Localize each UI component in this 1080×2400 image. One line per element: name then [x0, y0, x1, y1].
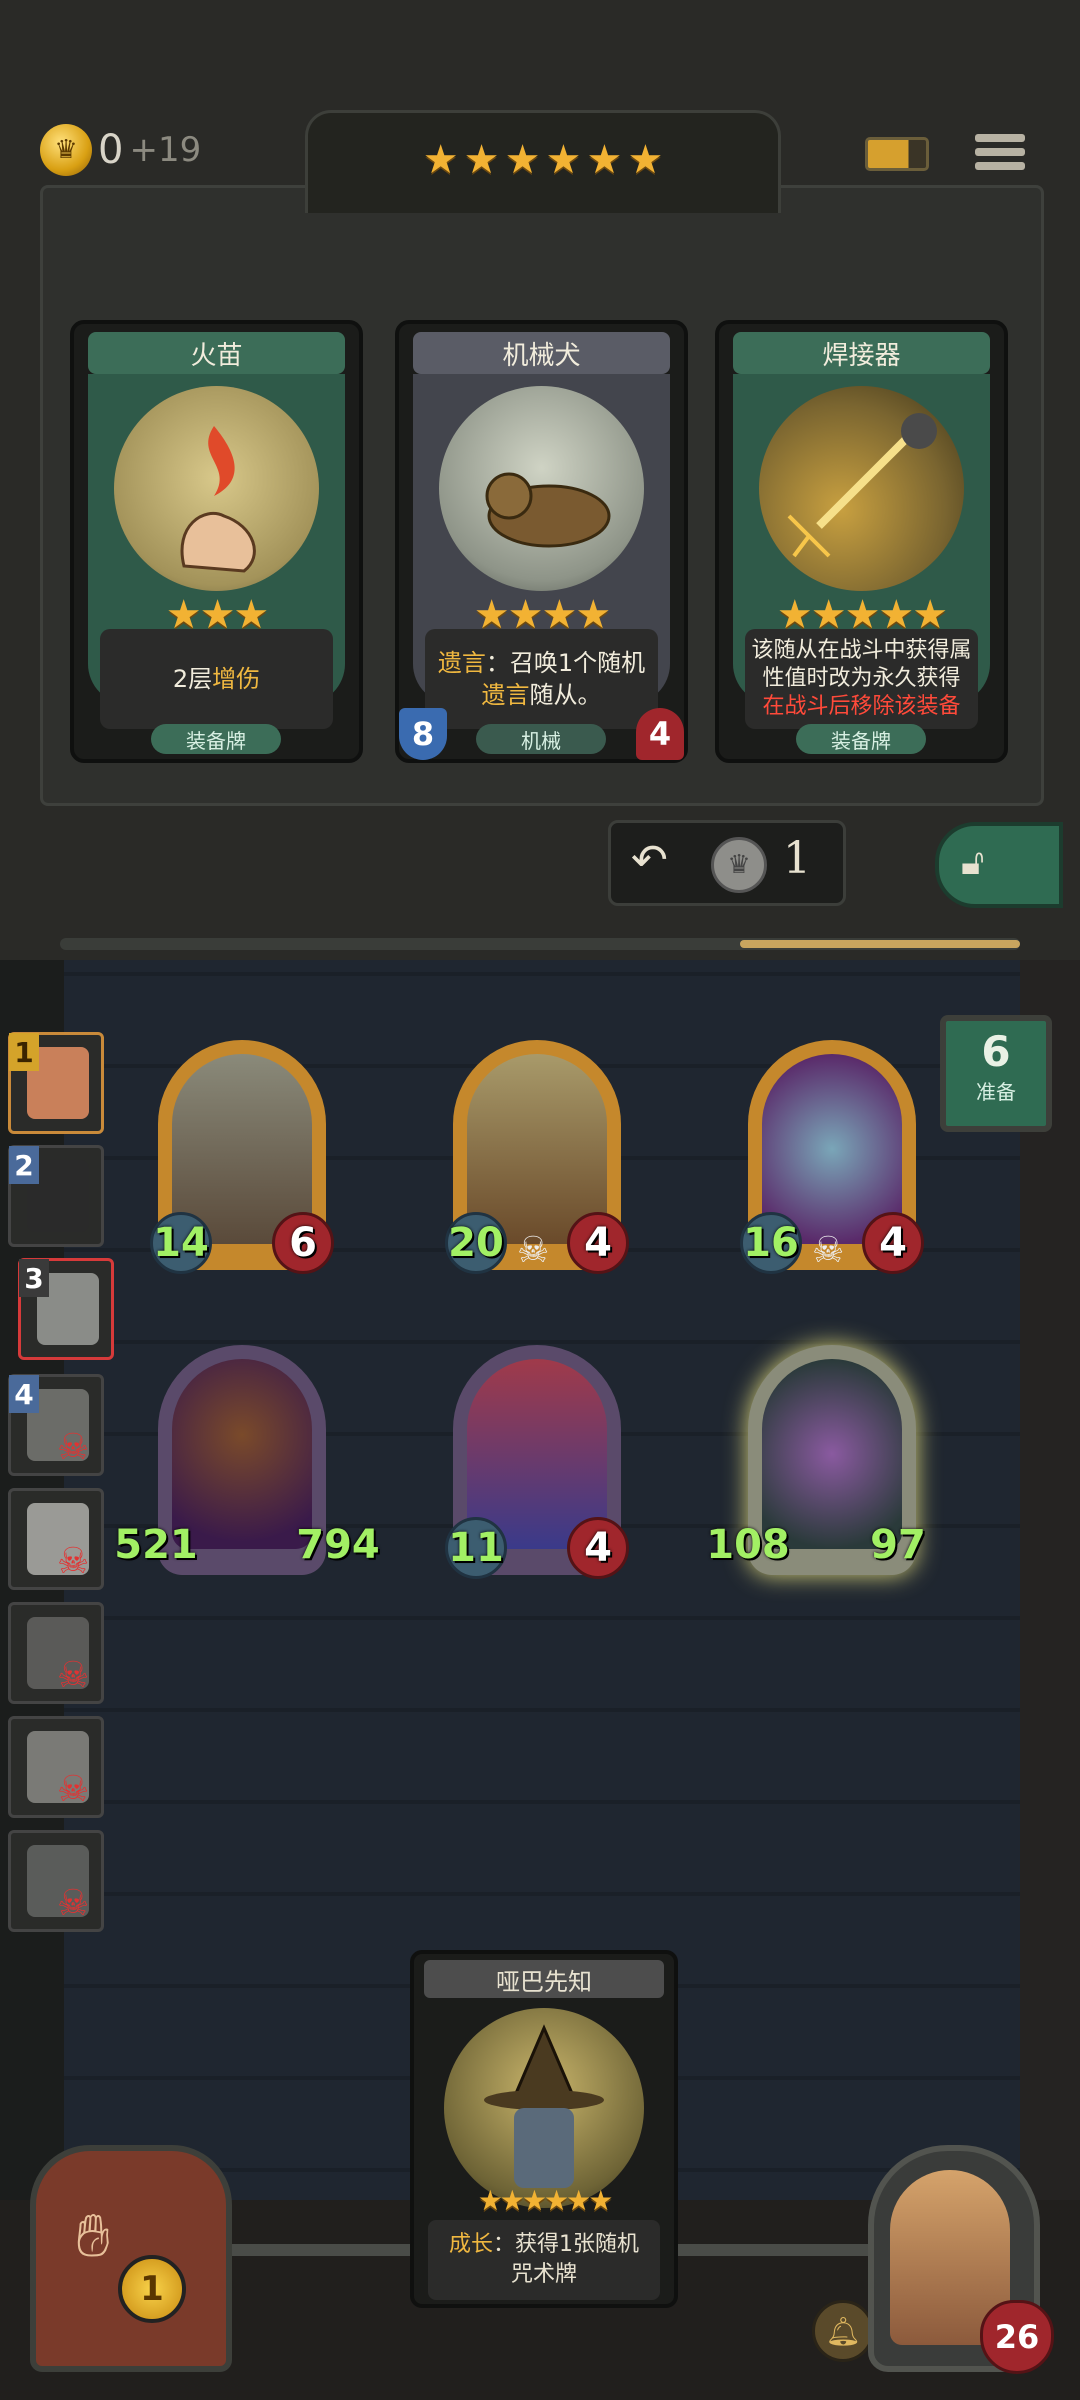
- player-portrait-dead[interactable]: ☠: [8, 1716, 104, 1818]
- skull-icon: ☠: [57, 1655, 90, 1696]
- crown-coin-icon: ♛: [40, 124, 92, 176]
- card-title: 火苗: [88, 332, 345, 374]
- card-art: [114, 386, 319, 591]
- shop-divider-fill: [740, 940, 1020, 948]
- bell-icon[interactable]: 🔔︎: [812, 2300, 874, 2362]
- board-minion[interactable]: 108 97: [706, 1345, 926, 1575]
- gold-display: ♛ 0 +19: [40, 120, 201, 180]
- card-title: 哑巴先知: [424, 1960, 664, 1998]
- card-art: [444, 2008, 644, 2208]
- card-art: [759, 386, 964, 591]
- deathrattle-skull-icon: ☠: [517, 1230, 550, 1271]
- player-portrait-dead[interactable]: 4 ☠: [8, 1374, 104, 1476]
- minion-attack: 521: [114, 1522, 198, 1568]
- board-minion[interactable]: 521 794: [114, 1345, 380, 1575]
- refresh-button[interactable]: ↶ ♛ 1: [608, 820, 846, 906]
- star-icon: ★: [504, 137, 541, 183]
- deathrattle-skull-icon: ☠: [812, 1230, 845, 1271]
- player-portrait-dead[interactable]: ☠: [8, 1602, 104, 1704]
- hand-card-mute-prophet[interactable]: 哑巴先知 ★★★★★★ 成长：获得1张随机 咒术牌: [410, 1950, 678, 2308]
- player-portrait-dead[interactable]: ☠: [8, 1488, 104, 1590]
- shop-card-welder[interactable]: 焊接器 ★★★★★ 该随从在战斗中获得属 性值时改为永久获得 在战斗后移除该装备 装…: [715, 320, 1008, 763]
- card-description: 成长：获得1张随机 咒术牌: [428, 2220, 660, 2300]
- board-minion[interactable]: ☠ 20 4: [445, 1040, 629, 1274]
- card-art: [439, 386, 644, 591]
- ready-button[interactable]: 6 准备: [940, 1015, 1052, 1132]
- ready-label: 准备: [976, 1080, 1016, 1104]
- health-stat: 4: [636, 708, 684, 760]
- menu-button[interactable]: [975, 128, 1025, 180]
- minion-attack: 14: [150, 1212, 212, 1274]
- gold-income: +19: [129, 130, 202, 170]
- minion-health: 4: [862, 1212, 924, 1274]
- minion-attack: 16: [740, 1212, 802, 1274]
- star-icon: ★: [586, 137, 623, 183]
- minion-attack: 11: [445, 1517, 507, 1579]
- minion-attack: 108: [706, 1522, 790, 1568]
- minion-health: 794: [296, 1522, 380, 1568]
- minion-health: 6: [272, 1212, 334, 1274]
- star-icon: ★: [627, 137, 664, 183]
- skull-icon: ☠: [57, 1541, 90, 1582]
- card-description: 该随从在战斗中获得属 性值时改为永久获得 在战斗后移除该装备: [745, 629, 978, 729]
- minion-health: 97: [870, 1522, 926, 1568]
- board-minion[interactable]: ☠ 16 4: [740, 1040, 924, 1274]
- skull-icon: ☠: [57, 1883, 90, 1924]
- card-title: 机械犬: [413, 332, 670, 374]
- attack-stat: 8: [399, 708, 447, 760]
- player-rank: 4: [9, 1375, 39, 1413]
- board-minion[interactable]: 14 6: [150, 1040, 334, 1274]
- card-star-rating: ★★★★★★: [477, 2184, 614, 2217]
- unlock-icon: 🔓︎: [961, 842, 985, 883]
- undo-arrow-icon: ↶: [631, 835, 668, 886]
- player-rank: 1: [9, 1033, 39, 1071]
- card-type-tag: 机械: [476, 724, 606, 754]
- player-rank: 3: [19, 1259, 49, 1297]
- player-portrait-dead[interactable]: ☠: [8, 1830, 104, 1932]
- player-portrait-active[interactable]: 3: [18, 1258, 114, 1360]
- hero-power-button[interactable]: ✋︎: [30, 2145, 232, 2372]
- hero-power-cost: 1: [118, 2255, 186, 2323]
- card-title: 焊接器: [733, 332, 990, 374]
- tavern-tier-tab: ★ ★ ★ ★ ★ ★: [305, 110, 781, 213]
- minion-health: 4: [567, 1517, 629, 1579]
- tavern-star-row: ★ ★ ★ ★ ★ ★: [308, 137, 778, 183]
- shop-card-mech-hound[interactable]: 机械犬 ★★★★ 遗言：召唤1个随机 遗言随从。 机械 8 4: [395, 320, 688, 763]
- star-icon: ★: [463, 137, 500, 183]
- card-type-tag: 装备牌: [151, 724, 281, 754]
- battery-icon: [865, 137, 929, 171]
- refresh-cost: 1: [783, 833, 811, 884]
- card-type-tag: 装备牌: [796, 724, 926, 754]
- ready-count: 6: [981, 1027, 1011, 1076]
- hand-icon: ✋︎: [76, 2201, 111, 2271]
- freeze-lock-button[interactable]: 🔓︎: [935, 822, 1063, 908]
- card-description: 遗言：召唤1个随机 遗言随从。: [425, 629, 658, 729]
- player-rank: 2: [9, 1146, 39, 1184]
- star-icon: ★: [422, 137, 459, 183]
- gold-amount: 0: [98, 127, 124, 173]
- board-minion[interactable]: 11 4: [445, 1345, 629, 1579]
- card-description: 2层 增伤: [100, 629, 333, 729]
- minion-attack: 20: [445, 1212, 507, 1274]
- skull-icon: ☠: [57, 1769, 90, 1810]
- minion-health: 4: [567, 1212, 629, 1274]
- star-icon: ★: [545, 137, 582, 183]
- skull-icon: ☠: [57, 1427, 90, 1468]
- shop-card-fire-sprout[interactable]: 火苗 ★★★ 2层 增伤 装备牌: [70, 320, 363, 763]
- hero-health: 26: [980, 2300, 1054, 2374]
- crown-coin-icon: ♛: [711, 837, 767, 893]
- player-portrait[interactable]: 1: [8, 1032, 104, 1134]
- player-portrait[interactable]: 2: [8, 1145, 104, 1247]
